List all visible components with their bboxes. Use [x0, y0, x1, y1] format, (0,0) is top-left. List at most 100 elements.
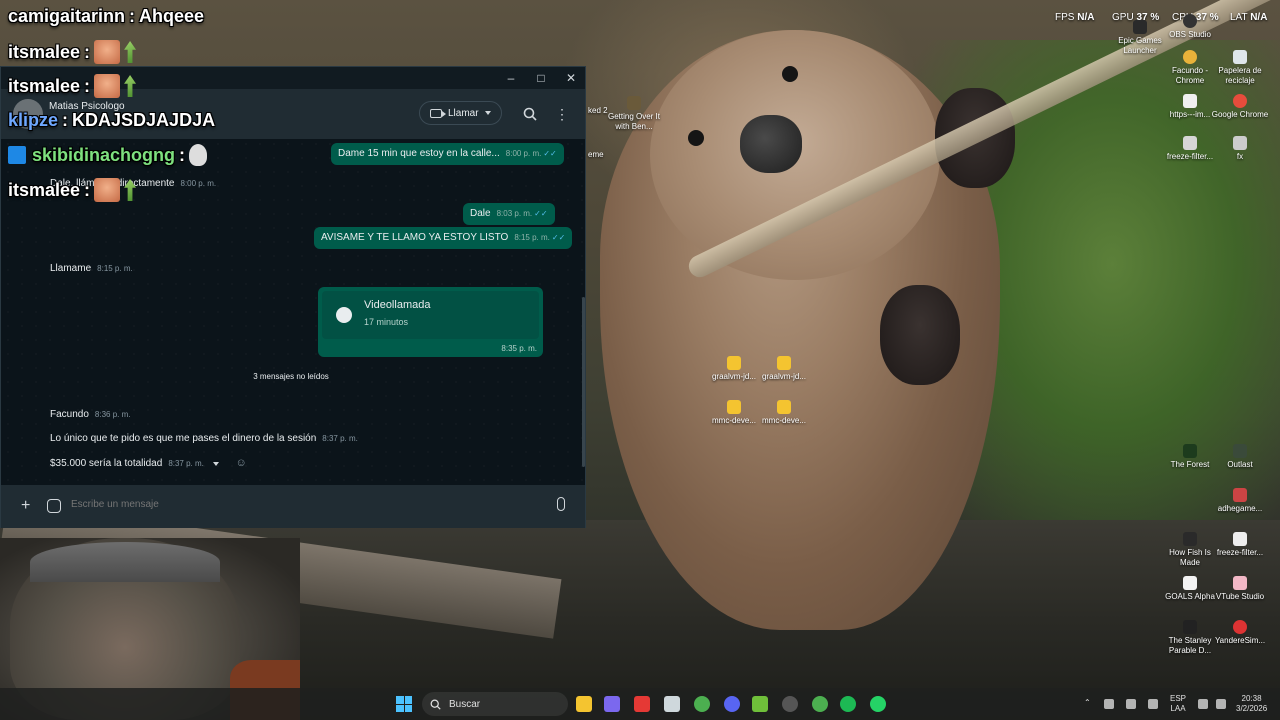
message-text: Lo único que te pido es que me pases el …: [50, 433, 317, 444]
emoji-reaction-icon[interactable]: ☺: [235, 457, 246, 469]
tray-overflow-icon[interactable]: ⌃: [1084, 698, 1091, 708]
tray-app-icon[interactable]: [1126, 699, 1136, 709]
desktop-icon-outlast[interactable]: Outlast: [1210, 444, 1270, 470]
microphone-icon[interactable]: [557, 497, 565, 511]
store-icon[interactable]: [664, 696, 680, 712]
chat-scrollbar[interactable]: [582, 297, 585, 467]
emote-face-icon: [94, 178, 121, 202]
file-explorer-icon[interactable]: [576, 696, 592, 712]
video-call-icon: [336, 307, 352, 323]
wallpaper-beaver-nose: [740, 115, 802, 173]
message-input[interactable]: [71, 499, 471, 510]
file-icon: [1233, 532, 1247, 546]
chat-text: KDAJSDJAJDJA: [72, 110, 216, 130]
clock-time: 20:38: [1241, 694, 1262, 703]
fps-readout: FPS N/A: [1055, 12, 1095, 23]
wallpaper-beaver-eye: [688, 130, 704, 146]
file-icon: [1233, 136, 1247, 150]
chrome-icon[interactable]: [694, 696, 710, 712]
game-icon: [1183, 620, 1197, 634]
desktop-icon-partial[interactable]: eme: [588, 150, 604, 160]
volume-icon[interactable]: [1216, 699, 1226, 709]
app-icon[interactable]: [634, 696, 650, 712]
vtube-studio-icon: [1233, 576, 1247, 590]
search-icon: [430, 699, 441, 710]
wifi-icon[interactable]: [1198, 699, 1208, 709]
message-incoming[interactable]: Llamame 8:15 p. m.: [43, 258, 140, 280]
spotify-icon[interactable]: [840, 696, 856, 712]
chat-message: itsmalee:: [8, 74, 137, 98]
emote-face-icon: [94, 74, 121, 98]
clock[interactable]: 20:38 3/2/2026: [1236, 694, 1267, 714]
message-time: 8:03 p. m.: [496, 209, 533, 218]
video-call-time: 8:35 p. m.: [501, 344, 537, 353]
message-outgoing[interactable]: AVISAME Y TE LLAMO YA ESTOY LISTO 8:15 p.…: [314, 227, 573, 249]
emote-skull-icon: [189, 144, 208, 166]
message-text: Dale: [470, 208, 491, 219]
tray-app-icon[interactable]: [1104, 699, 1114, 709]
desktop-icon-fx[interactable]: fx: [1210, 136, 1270, 162]
message-outgoing[interactable]: Dame 15 min que estoy en la calle... 8:00…: [331, 143, 564, 165]
chrome-icon[interactable]: [812, 696, 828, 712]
search-icon[interactable]: [521, 105, 539, 123]
folder-icon: [777, 400, 791, 414]
message-time: 8:15 p. m.: [514, 233, 550, 242]
game-icon: [1233, 444, 1247, 458]
obs-icon: [1183, 14, 1197, 28]
chat-badge-icon: [8, 146, 26, 164]
obs-icon[interactable]: [782, 696, 798, 712]
message-incoming[interactable]: Lo único que te pido es que me pases el …: [43, 428, 365, 450]
whatsapp-icon[interactable]: [870, 696, 886, 712]
folder-icon: [727, 356, 741, 370]
call-button-label: Llamar: [448, 107, 479, 119]
video-call-info: Videollamada 17 minutos: [322, 291, 539, 339]
video-call-card[interactable]: Videollamada 17 minutos 8:35 p. m.: [318, 287, 543, 357]
call-button[interactable]: Llamar: [419, 101, 502, 125]
desktop-icon-yandere-sim[interactable]: YandereSim...: [1210, 620, 1270, 646]
maximize-button[interactable]: □: [526, 67, 556, 89]
emote-face-icon: [94, 40, 121, 64]
chat-text: Ahqeee: [139, 6, 205, 26]
message-menu-chevron-icon[interactable]: [212, 462, 219, 466]
close-button[interactable]: ✕: [556, 67, 586, 89]
keyboard-language[interactable]: ESP LAA: [1170, 694, 1186, 714]
desktop-icon-freeze-filter-2[interactable]: freeze-filter...: [1210, 532, 1270, 558]
wallpaper-beaver-eye: [782, 66, 798, 82]
emote-arrow-icon: [124, 179, 137, 201]
message-time: 8:36 p. m.: [94, 410, 131, 419]
message-outgoing[interactable]: Dale 8:03 p. m. ✓✓: [463, 203, 555, 225]
clock-date: 3/2/2026: [1236, 704, 1268, 713]
desktop-icon-recycle-bin[interactable]: Papelera de reciclaje: [1210, 50, 1270, 86]
game-icon: [627, 96, 641, 110]
app-icon[interactable]: [604, 696, 620, 712]
message-text: AVISAME Y TE LLAMO YA ESTOY LISTO: [321, 232, 509, 243]
desktop-icon-google-chrome[interactable]: Google Chrome: [1210, 94, 1270, 120]
minimize-button[interactable]: –: [496, 67, 526, 89]
sender-name: Facundo: [50, 409, 89, 420]
desktop-icon-obs[interactable]: OBS Studio: [1160, 14, 1220, 40]
microphone-icon[interactable]: [1148, 699, 1158, 709]
desktop-icon-vtube-studio[interactable]: VTube Studio: [1210, 576, 1270, 602]
attach-icon[interactable]: +: [21, 497, 30, 515]
game-icon: [1183, 532, 1197, 546]
webcam-headphones: [30, 542, 220, 582]
file-icon: [1183, 94, 1197, 108]
lat-readout: LAT N/A: [1230, 12, 1268, 23]
message-text: Llamame: [50, 263, 92, 274]
chrome-icon: [1233, 94, 1247, 108]
discord-icon[interactable]: [724, 696, 740, 712]
desktop-icon-adhegame[interactable]: adhegame...: [1210, 488, 1270, 514]
file-icon: [1183, 136, 1197, 150]
desktop-icon-getting-over-it[interactable]: Getting Over It with Ben...: [604, 96, 664, 132]
minecraft-icon[interactable]: [752, 696, 768, 712]
taskbar-search[interactable]: Buscar: [422, 692, 568, 716]
message-incoming[interactable]: $35.000 sería la totalidad 8:37 p. m. ☺: [43, 452, 254, 475]
chat-message: camigaitarinn: Ahqeee: [8, 6, 205, 26]
start-button[interactable]: [396, 696, 412, 712]
desktop-icon-mmc-2[interactable]: mmc-deve...: [754, 400, 814, 426]
more-options-icon[interactable]: ⋮: [553, 105, 571, 123]
desktop-icon-graalvm-2[interactable]: graalvm-jd...: [754, 356, 814, 382]
sticker-icon[interactable]: [47, 499, 61, 513]
chat-username: itsmalee: [8, 41, 81, 62]
desktop-icon-partial[interactable]: ked 2: [588, 106, 608, 116]
